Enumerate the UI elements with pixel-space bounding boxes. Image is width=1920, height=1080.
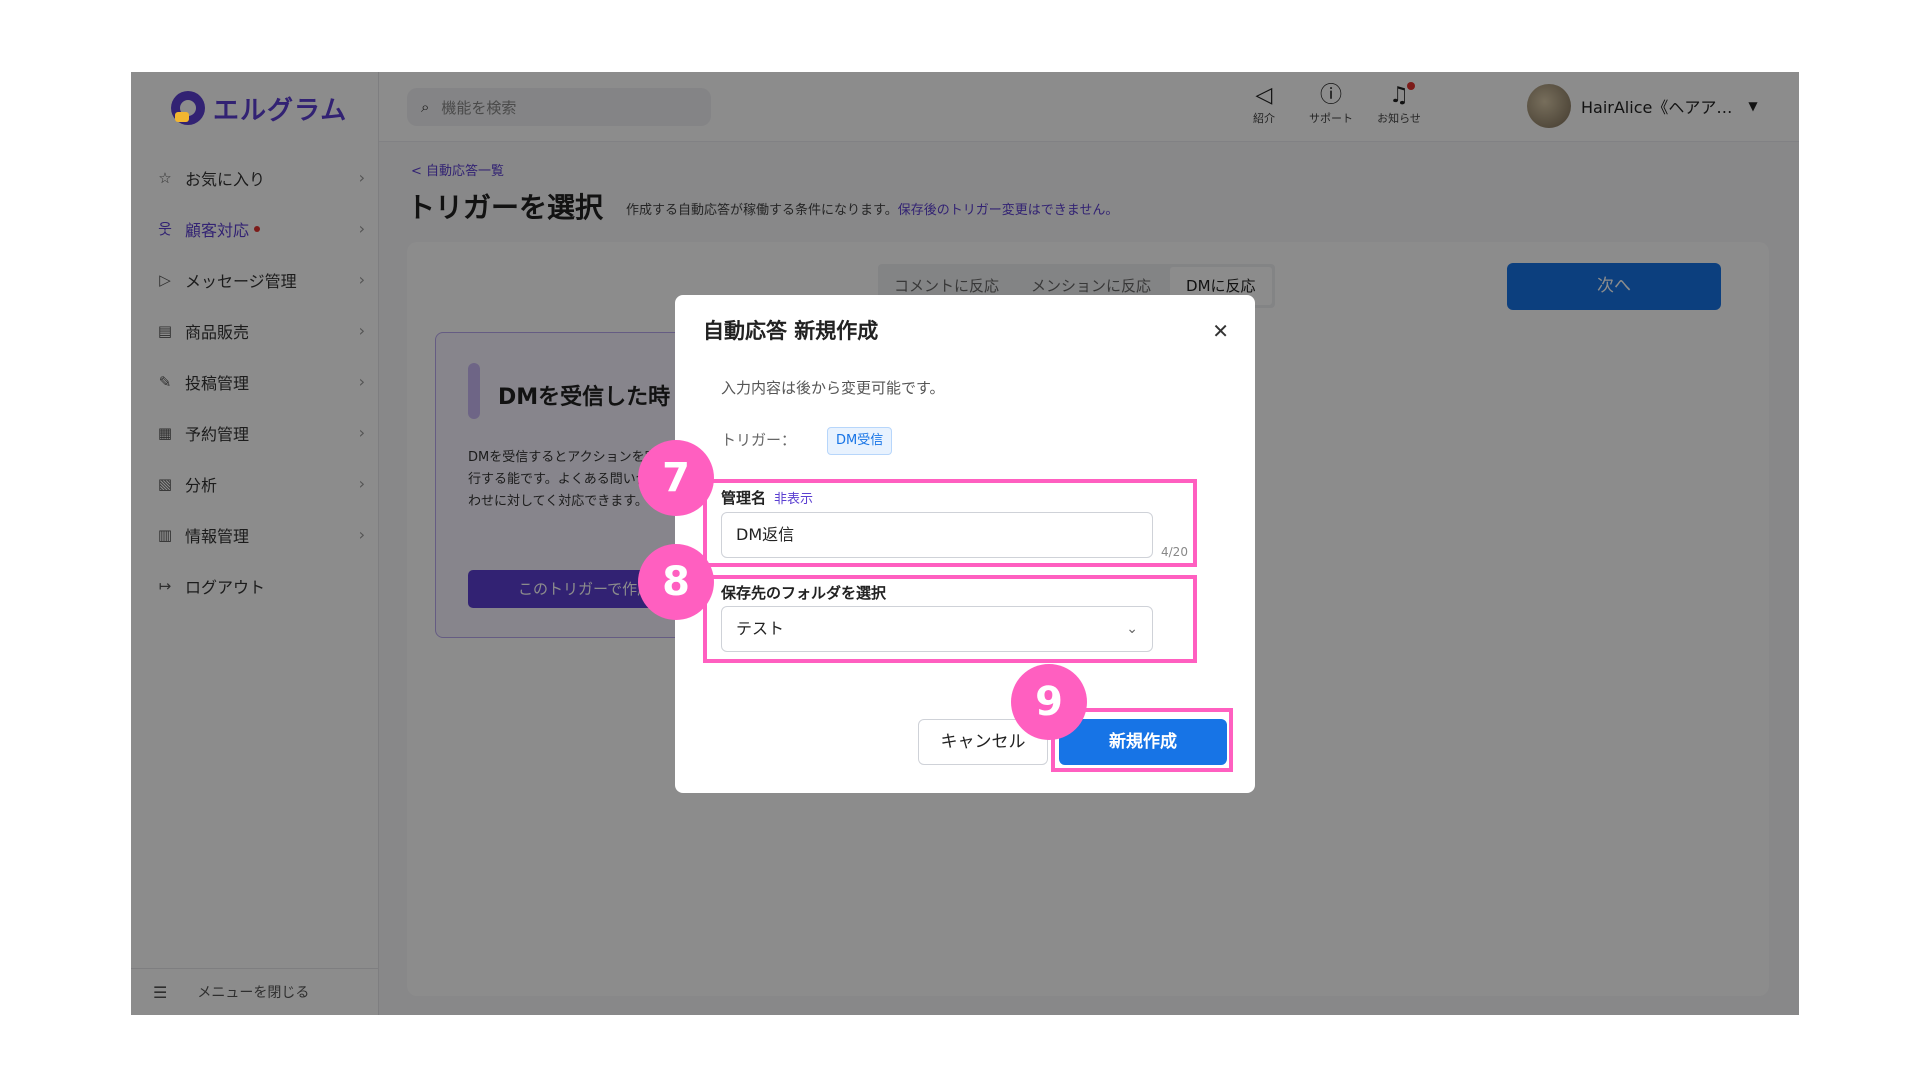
trigger-label: トリガー： <box>721 431 797 449</box>
step-badge-8: 8 <box>638 544 714 620</box>
modal-title: 自動応答 新規作成 <box>703 319 879 343</box>
highlight-folder-field <box>703 575 1197 663</box>
trigger-tag: DM受信 <box>827 427 893 455</box>
modal-note: 入力内容は後から変更可能です。 <box>721 379 945 397</box>
step-badge-9: 9 <box>1011 664 1087 740</box>
step-badge-7: 7 <box>638 440 714 516</box>
close-icon[interactable]: ✕ <box>1212 319 1229 343</box>
highlight-name-field <box>703 479 1197 567</box>
